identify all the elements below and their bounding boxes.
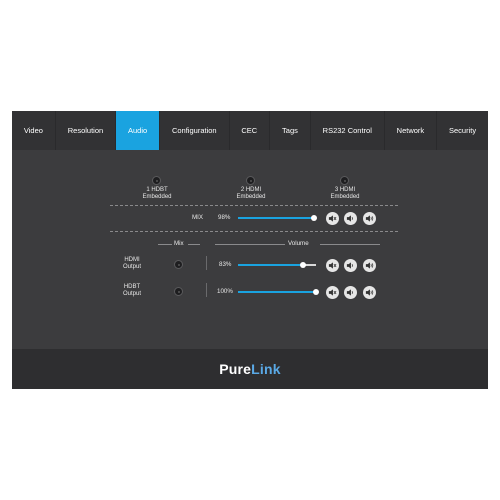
hdmi-volume-up-button[interactable] xyxy=(363,259,376,272)
tab-audio[interactable]: Audio xyxy=(116,111,161,150)
input-3-type: Embedded xyxy=(330,194,360,200)
mix-value: 98% xyxy=(218,214,231,221)
volume-up-icon xyxy=(365,262,374,269)
hdmi-output-mix-knob[interactable] xyxy=(174,260,183,269)
hdmi-output-name: HDMI xyxy=(124,257,140,263)
volume-header-line-left xyxy=(215,244,285,245)
mix-volume-down-button[interactable] xyxy=(344,212,357,225)
hdmi-row-separator xyxy=(206,256,207,270)
volume-up-icon xyxy=(365,289,374,296)
mute-icon xyxy=(328,289,337,296)
tab-security[interactable]: Security xyxy=(437,111,488,150)
tab-rs232-control[interactable]: RS232 Control xyxy=(311,111,385,150)
divider-top xyxy=(110,205,398,206)
volume-header: Volume xyxy=(288,240,309,247)
hdbt-output-name: HDBT xyxy=(123,284,141,290)
mix-label: MIX xyxy=(192,214,204,221)
hdmi-output-value: 83% xyxy=(219,261,232,268)
hdbt-slider-fill xyxy=(238,291,316,293)
input-2-label: 2 HDMI Embedded xyxy=(226,187,276,201)
hdbt-row-separator xyxy=(206,283,207,297)
input-3-label: 3 HDMI Embedded xyxy=(320,187,370,201)
tab-network[interactable]: Network xyxy=(385,111,438,150)
hdbt-mute-button[interactable] xyxy=(326,286,339,299)
mute-icon xyxy=(328,262,337,269)
mix-header: Mix xyxy=(174,240,184,247)
volume-down-icon xyxy=(346,289,353,296)
hdbt-output-type: Output xyxy=(122,291,141,297)
logo-part-pure: Pure xyxy=(219,361,252,377)
input-2-type: Embedded xyxy=(236,194,266,200)
hdmi-output-type: Output xyxy=(122,264,141,270)
hdmi-output-label: HDMI Output xyxy=(110,257,154,271)
tab-video[interactable]: Video xyxy=(12,111,56,150)
tab-cec[interactable]: CEC xyxy=(230,111,271,150)
input-1-type: Embedded xyxy=(142,194,172,200)
hdbt-output-value: 100% xyxy=(217,288,233,295)
hdbt-volume-up-button[interactable] xyxy=(363,286,376,299)
input-1-name: 1 HDBT xyxy=(146,187,168,193)
input-1-label: 1 HDBT Embedded xyxy=(132,187,182,201)
hdbt-output-mix-knob[interactable] xyxy=(174,287,183,296)
footer: PureLink xyxy=(12,349,488,389)
purelink-logo: PureLink xyxy=(219,361,281,377)
volume-down-icon xyxy=(346,262,353,269)
mute-icon xyxy=(328,215,337,222)
mix-volume-up-button[interactable] xyxy=(363,212,376,225)
mix-mute-button[interactable] xyxy=(326,212,339,225)
volume-header-line-right xyxy=(320,244,380,245)
hdbt-output-label: HDBT Output xyxy=(110,284,154,298)
audio-content: 1 HDBT Embedded 2 HDMI Embedded 3 HDMI E… xyxy=(12,150,488,349)
tab-bar: Video Resolution Audio Configuration CEC… xyxy=(12,111,488,150)
hdbt-slider-thumb[interactable] xyxy=(313,289,319,295)
tab-configuration[interactable]: Configuration xyxy=(160,111,230,150)
input-3-name: 3 HDMI xyxy=(334,187,356,193)
hdbt-output-volume-slider[interactable] xyxy=(238,289,319,295)
hdmi-slider-fill xyxy=(238,264,303,266)
hdmi-slider-thumb[interactable] xyxy=(299,262,306,268)
audio-settings-panel: Video Resolution Audio Configuration CEC… xyxy=(12,111,488,389)
divider-middle xyxy=(110,231,398,232)
input-2-name: 2 HDMI xyxy=(240,187,262,193)
mix-slider-fill xyxy=(238,217,315,219)
input-2-hdmi-knob[interactable] xyxy=(246,176,255,185)
logo-part-link: Link xyxy=(251,361,281,377)
volume-down-icon xyxy=(346,215,353,222)
input-3-hdmi-knob[interactable] xyxy=(340,176,349,185)
tab-tags[interactable]: Tags xyxy=(270,111,311,150)
hdmi-mute-button[interactable] xyxy=(326,259,339,272)
volume-up-icon xyxy=(365,215,374,222)
input-1-hdbt-knob[interactable] xyxy=(152,176,161,185)
mix-volume-slider[interactable] xyxy=(238,215,318,221)
mix-header-line-left xyxy=(158,244,172,245)
tab-resolution[interactable]: Resolution xyxy=(56,111,117,150)
mix-header-line-right xyxy=(188,244,200,245)
hdbt-volume-down-button[interactable] xyxy=(344,286,357,299)
hdmi-output-volume-slider[interactable] xyxy=(238,262,316,268)
hdmi-volume-down-button[interactable] xyxy=(344,259,357,272)
mix-slider-thumb[interactable] xyxy=(311,215,318,221)
